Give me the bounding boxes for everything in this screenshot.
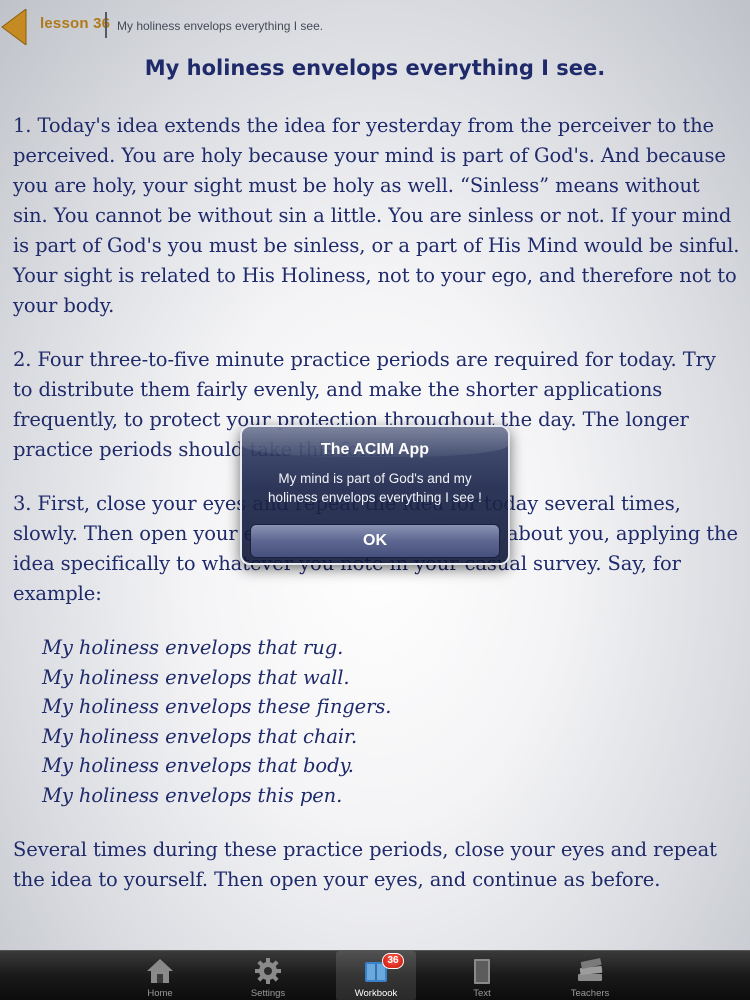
tab-bar: Home Settings 36 Workbook Text Teachers: [0, 950, 750, 1000]
tab-label: Workbook: [354, 988, 398, 999]
tab-settings[interactable]: Settings: [228, 951, 308, 1000]
tab-label: Teachers: [570, 988, 610, 999]
lesson-paragraph-4: Several times during these practice peri…: [13, 838, 717, 891]
example-item: My holiness envelops that chair.: [42, 724, 358, 748]
tab-label: Text: [473, 988, 491, 999]
tab-label: Settings: [250, 988, 286, 999]
lesson-number-label: lesson 36: [40, 15, 111, 32]
alert-message: My mind is part of God's and my holiness…: [268, 471, 482, 505]
alert-dialog: The ACIM App My mind is part of God's an…: [240, 425, 510, 565]
alert-title: The ACIM App: [320, 441, 430, 458]
tab-teachers[interactable]: Teachers: [550, 951, 630, 1000]
example-item: My holiness envelops that body.: [42, 754, 354, 777]
books-stack-icon: [575, 956, 605, 986]
tab-text[interactable]: Text: [442, 951, 522, 1000]
back-arrow-icon[interactable]: [0, 8, 28, 46]
lesson-title: My holiness envelops everything I see.: [144, 56, 606, 80]
example-item: My holiness envelops this pen.: [42, 783, 343, 807]
header-divider: [105, 12, 107, 38]
example-item: My holiness envelops that rug.: [42, 636, 344, 659]
tab-home[interactable]: Home: [120, 951, 200, 1000]
book-icon: [467, 956, 497, 986]
gear-icon: [253, 956, 283, 986]
example-item: My holiness envelops these fingers.: [42, 695, 392, 718]
example-list: My holiness envelops that rug. My holine…: [13, 633, 740, 810]
header-subtitle: My holiness envelops everything I see.: [117, 19, 324, 33]
lesson-paragraph-1: 1. Today's idea extends the idea for yes…: [13, 114, 740, 317]
header-bar: lesson 36 My holiness envelops everythin…: [0, 0, 750, 50]
ok-button[interactable]: OK: [250, 524, 500, 558]
tab-workbook[interactable]: 36 Workbook: [336, 951, 416, 1000]
workbook-badge: 36: [382, 953, 404, 969]
tab-label: Home: [147, 988, 173, 999]
home-icon: [145, 956, 175, 986]
example-item: My holiness envelops that wall.: [42, 665, 350, 689]
